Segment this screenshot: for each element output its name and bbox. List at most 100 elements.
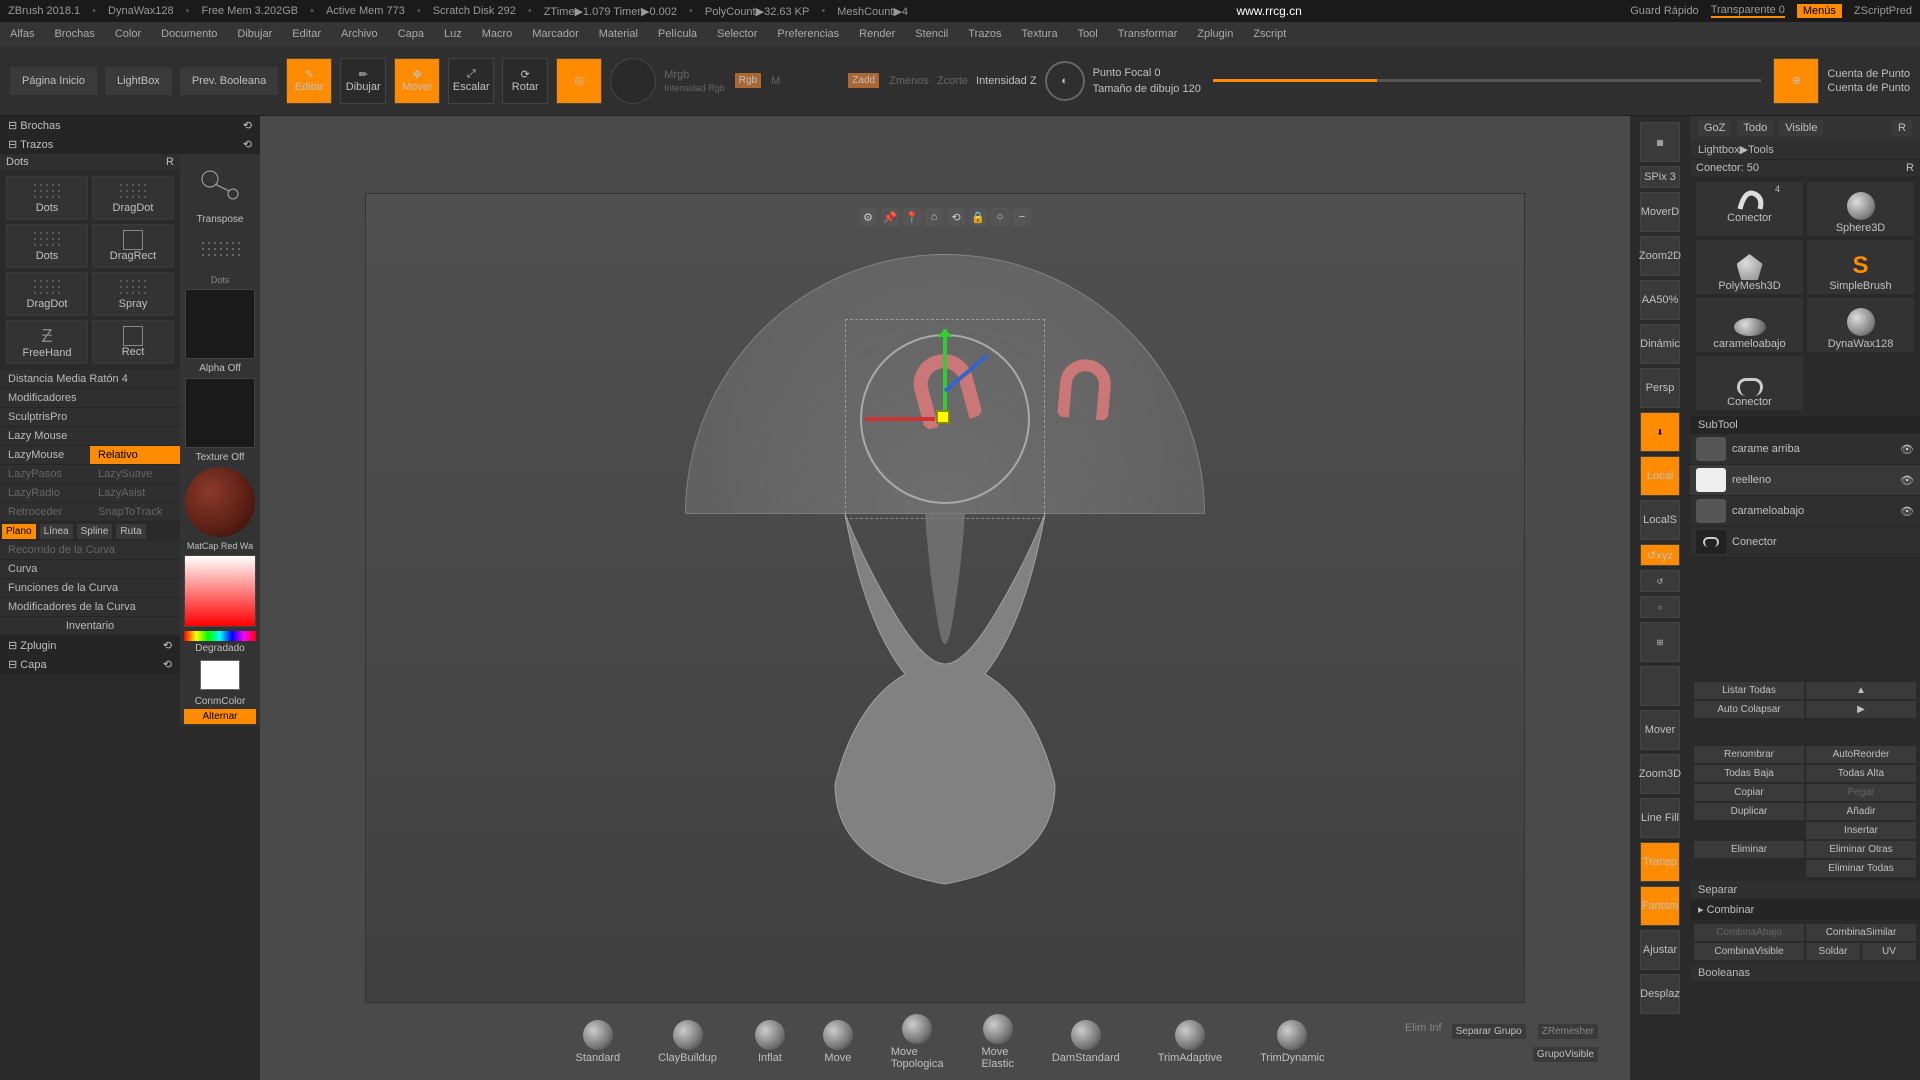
duplicar-button[interactable]: Duplicar	[1694, 803, 1804, 820]
locate-icon[interactable]: 📍	[903, 208, 921, 226]
inventario-row[interactable]: Inventario	[0, 617, 180, 636]
bpr-button[interactable]: ▦	[1640, 122, 1680, 162]
menu-capa[interactable]: Capa	[398, 28, 424, 40]
ajustar-button[interactable]: Ajustar	[1640, 930, 1680, 970]
modificadores-row[interactable]: Modificadores	[0, 389, 180, 408]
snaptotrack[interactable]: SnapToTrack	[90, 503, 180, 522]
eye-icon[interactable]: 👁	[1900, 474, 1914, 487]
menus-toggle[interactable]: Menús	[1797, 4, 1842, 18]
rot-button[interactable]: ↺	[1640, 570, 1680, 592]
dynamic-button[interactable]: ⊕	[1773, 58, 1819, 104]
todas-baja-button[interactable]: Todas Baja	[1694, 765, 1804, 782]
zmenos-button[interactable]: Zmenos	[889, 75, 929, 87]
menu-textura[interactable]: Textura	[1021, 28, 1057, 40]
distancia-raton[interactable]: Distancia Media Ratón 4	[0, 370, 180, 389]
arrow-right-button[interactable]: ▶	[1806, 701, 1916, 718]
menu-marcador[interactable]: Marcador	[532, 28, 578, 40]
xyz-button[interactable]: ↺xyz	[1640, 544, 1680, 566]
insertar-button[interactable]: Insertar	[1806, 822, 1916, 839]
dynamic-button[interactable]: Dinámic	[1640, 324, 1680, 364]
pagina-inicio-button[interactable]: Página Inicio	[10, 67, 97, 95]
menu-render[interactable]: Render	[859, 28, 895, 40]
menu-zplugin[interactable]: Zplugin	[1197, 28, 1233, 40]
brush-trimdynamic[interactable]: TrimDynamic	[1260, 1020, 1324, 1064]
menu-color[interactable]: Color	[115, 28, 141, 40]
gear-icon[interactable]: ⚙	[859, 208, 877, 226]
alpha-preview[interactable]	[185, 289, 255, 359]
material-preview[interactable]	[185, 467, 255, 537]
auto-colapsar-button[interactable]: Auto Colapsar	[1694, 701, 1804, 718]
linea-tab[interactable]: Línea	[40, 524, 73, 539]
menu-editar[interactable]: Editar	[292, 28, 321, 40]
retroceder[interactable]: Retroceder	[0, 503, 90, 522]
lazyradio[interactable]: LazyRadio	[0, 484, 90, 503]
menu-pelicula[interactable]: Película	[658, 28, 697, 40]
eliminar-button[interactable]: Eliminar	[1694, 841, 1804, 858]
sphere-toggle[interactable]	[610, 58, 656, 104]
floor-button[interactable]: ⬇	[1640, 412, 1680, 452]
hue-bar[interactable]	[184, 631, 256, 641]
anadir-button[interactable]: Añadir	[1806, 803, 1916, 820]
prev-booleana-button[interactable]: Prev. Booleana	[180, 67, 278, 95]
mover-button[interactable]: ✥Mover	[394, 58, 440, 104]
color-picker[interactable]	[184, 555, 256, 627]
eye-icon[interactable]: 👁	[1900, 505, 1914, 518]
tool-sphere3d[interactable]: Sphere3D	[1807, 182, 1914, 236]
stroke-preview[interactable]	[180, 225, 260, 275]
zoom3d-button[interactable]: Zoom3D	[1640, 754, 1680, 794]
aa50-button[interactable]: AA50%	[1640, 280, 1680, 320]
menu-alfas[interactable]: Alfas	[10, 28, 34, 40]
menu-material[interactable]: Material	[599, 28, 638, 40]
curva-row[interactable]: Curva	[0, 560, 180, 579]
moverd-button[interactable]: MoverD	[1640, 192, 1680, 232]
menu-preferencias[interactable]: Preferencias	[777, 28, 839, 40]
menu-brochas[interactable]: Brochas	[54, 28, 94, 40]
transpose-widget[interactable]	[180, 154, 260, 214]
tool-dynawax[interactable]: DynaWax128	[1807, 298, 1914, 352]
focal-label[interactable]: Punto Focal 0	[1093, 67, 1201, 79]
brush-claybuildup[interactable]: ClayBuildup	[658, 1020, 717, 1064]
menu-luz[interactable]: Luz	[444, 28, 462, 40]
editar-button[interactable]: ✎Editar	[286, 58, 332, 104]
renombrar-button[interactable]: Renombrar	[1694, 746, 1804, 763]
collapse-icon[interactable]: ⟲	[243, 119, 252, 132]
persp-button[interactable]: Persp	[1640, 368, 1680, 408]
copiar-button[interactable]: Copiar	[1694, 784, 1804, 801]
recorrido-curva[interactable]: Recorrido de la Curva	[0, 541, 180, 560]
zremesher-button[interactable]: ZRemesher	[1538, 1024, 1598, 1039]
reset-icon[interactable]: ⟲	[947, 208, 965, 226]
stroke-spray[interactable]: Spray	[92, 272, 174, 316]
capa-header[interactable]: ⊟ Capa⟲	[0, 655, 180, 674]
desplaz-button[interactable]: Desplaz	[1640, 974, 1680, 1014]
gizmo-center[interactable]	[936, 410, 950, 424]
grupo-visible-button[interactable]: GrupoVisible	[1533, 1047, 1598, 1062]
lazypasos[interactable]: LazyPasos	[0, 465, 90, 484]
lazymouse-row[interactable]: Lazy Mouse	[0, 427, 180, 446]
zplugin-header[interactable]: ⊟ Zplugin⟲	[0, 636, 180, 655]
separar-grupo-button[interactable]: Separar Grupo	[1452, 1024, 1526, 1039]
brush-damstandard[interactable]: DamStandard	[1052, 1020, 1120, 1064]
combinar-row[interactable]: ▸ Combinar	[1690, 900, 1920, 920]
brush-standard[interactable]: Standard	[576, 1020, 621, 1064]
separar-row[interactable]: Separar	[1690, 881, 1920, 900]
subtool-header[interactable]: SubTool	[1690, 416, 1920, 434]
brush-move[interactable]: Move	[823, 1020, 853, 1064]
stroke-dragdot2[interactable]: DragDot	[6, 272, 88, 316]
brush-inflat[interactable]: Inflat	[755, 1020, 785, 1064]
color-swatch[interactable]	[200, 660, 240, 690]
fantsm-button[interactable]: Fantsm	[1640, 886, 1680, 926]
eye-icon[interactable]: 👁	[1900, 443, 1914, 456]
combina-visible-button[interactable]: CombinaVisible	[1694, 943, 1804, 960]
listar-todas-button[interactable]: Listar Todas	[1694, 682, 1804, 699]
menu-documento[interactable]: Documento	[161, 28, 217, 40]
r-button[interactable]: R	[1892, 120, 1912, 136]
unlock-icon[interactable]: ○	[991, 208, 1009, 226]
tool-conector[interactable]: Conector4	[1696, 182, 1803, 236]
pin-icon[interactable]: 📌	[881, 208, 899, 226]
lazymouse-toggle[interactable]: LazyMouse	[0, 446, 90, 465]
menu-dibujar[interactable]: Dibujar	[237, 28, 272, 40]
tool-conector2[interactable]: Conector	[1696, 356, 1803, 410]
menu-zscript[interactable]: Zscript	[1253, 28, 1286, 40]
minus-icon[interactable]: −	[1013, 208, 1031, 226]
tool-polymesh3d[interactable]: PolyMesh3D	[1696, 240, 1803, 294]
